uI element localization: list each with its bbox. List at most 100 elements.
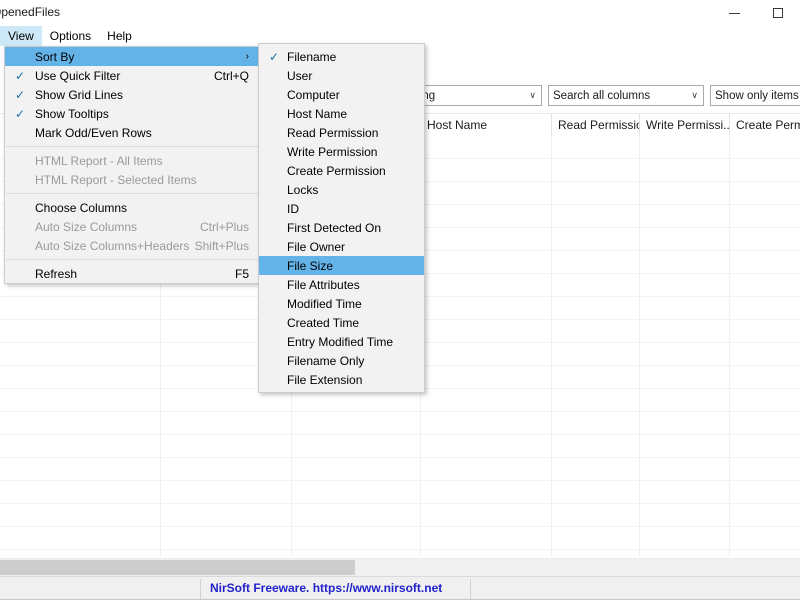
- nirsoft-link[interactable]: NirSoft Freeware. https://www.nirsoft.ne…: [210, 581, 442, 595]
- menu-item-label: Write Permission: [287, 144, 378, 159]
- horizontal-scrollbar[interactable]: [0, 558, 800, 576]
- sortby-item-filename-only[interactable]: Filename Only: [259, 351, 424, 370]
- check-icon: ✓: [14, 106, 26, 121]
- menu-item-label: Show Tooltips: [35, 106, 109, 121]
- sortby-item-user[interactable]: User: [259, 66, 424, 85]
- menu-item-label: Create Permission: [287, 163, 386, 178]
- sortby-item-id[interactable]: ID: [259, 199, 424, 218]
- application-window: rkOpenedFiles ViewOptionsHelp string ∨ S…: [0, 0, 800, 600]
- view-menu-item-show-grid-lines[interactable]: ✓ Show Grid Lines: [5, 85, 259, 104]
- sortby-item-filename[interactable]: ✓ Filename: [259, 47, 424, 66]
- grid-row-line: [0, 526, 800, 527]
- menu-item-shortcut: F5: [234, 266, 249, 281]
- menu-item-label: Locks: [287, 182, 319, 197]
- chevron-right-icon: ›: [245, 51, 249, 62]
- maximize-icon: [773, 8, 783, 18]
- sortby-item-entry-modified-time[interactable]: Entry Modified Time: [259, 332, 424, 351]
- view-menu-item-refresh[interactable]: Refresh F5: [5, 264, 259, 283]
- menu-item-shortcut: Shift+Plus: [194, 238, 249, 253]
- menu-item-label: Filename: [287, 49, 337, 64]
- grid-row-line: [0, 457, 800, 458]
- sortby-item-locks[interactable]: Locks: [259, 180, 424, 199]
- filter-scope-combo[interactable]: Search all columns ∨: [548, 85, 704, 106]
- view-menu-item-mark-odd-even-rows[interactable]: Mark Odd/Even Rows: [5, 123, 259, 142]
- column-header-label: Create Permiss..: [736, 118, 800, 132]
- menu-separator: [6, 259, 258, 260]
- menubar-item-options[interactable]: Options: [42, 26, 99, 46]
- scrollbar-thumb[interactable]: [0, 560, 355, 575]
- sortby-item-create-permission[interactable]: Create Permission: [259, 161, 424, 180]
- column-header-create-permiss[interactable]: Create Permiss..: [729, 114, 800, 136]
- view-menu-item-auto-size-columns: Auto Size Columns Ctrl+Plus: [5, 217, 259, 236]
- menubar-item-label: Options: [49, 29, 92, 43]
- view-menu-item-html-report-all-items: HTML Report - All Items: [5, 151, 259, 170]
- menu-item-label: Filename Only: [287, 353, 365, 368]
- sortby-item-file-attributes[interactable]: File Attributes: [259, 275, 424, 294]
- menu-item-label: Sort By: [35, 49, 75, 64]
- menu-item-label: Modified Time: [287, 296, 362, 311]
- menu-item-label: File Size: [287, 258, 334, 273]
- view-menu-item-choose-columns[interactable]: Choose Columns: [5, 198, 259, 217]
- menu-separator: [6, 193, 258, 194]
- grid-row-line: [0, 549, 800, 550]
- menu-item-label: Auto Size Columns+Headers: [35, 238, 190, 253]
- menu-item-label: Created Time: [287, 315, 360, 330]
- minimize-icon: [728, 12, 740, 14]
- sortby-item-computer[interactable]: Computer: [259, 85, 424, 104]
- menu-item-label: First Detected On: [287, 220, 382, 235]
- menu-item-label: Auto Size Columns: [35, 219, 138, 234]
- status-bar-separator: [200, 579, 201, 599]
- menu-item-shortcut: Ctrl+Q: [213, 68, 249, 83]
- sortby-item-host-name[interactable]: Host Name: [259, 104, 424, 123]
- menu-item-label: ID: [287, 201, 299, 216]
- sortby-item-write-permission[interactable]: Write Permission: [259, 142, 424, 161]
- check-icon: ✓: [268, 49, 280, 64]
- filter-mode-combo[interactable]: Show only items matc: [710, 85, 800, 106]
- menubar-item-help[interactable]: Help: [99, 26, 140, 46]
- column-header-write-permissi[interactable]: Write Permissi...: [639, 114, 729, 136]
- chevron-down-icon: ∨: [691, 90, 698, 100]
- menubar-item-label: View: [8, 29, 34, 43]
- view-menu-item-show-tooltips[interactable]: ✓ Show Tooltips: [5, 104, 259, 123]
- menu-item-label: Use Quick Filter: [35, 68, 121, 83]
- grid-column-line: [551, 135, 552, 557]
- menu-item-label: File Owner: [287, 239, 346, 254]
- sortby-item-first-detected-on[interactable]: First Detected On: [259, 218, 424, 237]
- minimize-button[interactable]: [712, 0, 756, 26]
- menu-item-label: Choose Columns: [35, 200, 128, 215]
- menu-item-label: Read Permission: [287, 125, 379, 140]
- sortby-item-created-time[interactable]: Created Time: [259, 313, 424, 332]
- grid-row-line: [0, 480, 800, 481]
- maximize-button[interactable]: [756, 0, 800, 26]
- menu-item-label: File Extension: [287, 372, 363, 387]
- menubar-item-label: Help: [107, 29, 132, 43]
- status-bar-separator: [470, 579, 471, 599]
- menubar-item-view[interactable]: View: [0, 26, 42, 46]
- menu-item-label: Mark Odd/Even Rows: [35, 125, 152, 140]
- grid-row-line: [0, 411, 800, 412]
- sortby-item-file-extension[interactable]: File Extension: [259, 370, 424, 389]
- check-icon: ✓: [14, 68, 26, 83]
- view-menu-item-use-quick-filter[interactable]: ✓ Use Quick Filter Ctrl+Q: [5, 66, 259, 85]
- menu-item-label: Refresh: [35, 266, 78, 281]
- menu-item-label: Show Grid Lines: [35, 87, 124, 102]
- grid-row-line: [0, 503, 800, 504]
- column-header-read-permission[interactable]: Read Permission: [551, 114, 639, 136]
- grid-column-line: [729, 135, 730, 557]
- filter-mode-value: Show only items matc: [715, 89, 800, 102]
- menu-separator: [6, 146, 258, 147]
- check-icon: ✓: [14, 87, 26, 102]
- sortby-item-read-permission[interactable]: Read Permission: [259, 123, 424, 142]
- title-bar: rkOpenedFiles: [0, 0, 800, 27]
- column-header-label: Write Permissi...: [646, 118, 729, 132]
- sortby-item-file-size[interactable]: File Size: [259, 256, 424, 275]
- sortby-item-file-owner[interactable]: File Owner: [259, 237, 424, 256]
- view-menu-item-sort-by[interactable]: Sort By ›: [5, 47, 259, 66]
- status-bar: NirSoft Freeware. https://www.nirsoft.ne…: [0, 576, 800, 600]
- view-menu-item-auto-size-columns-headers: Auto Size Columns+Headers Shift+Plus: [5, 236, 259, 255]
- sortby-item-modified-time[interactable]: Modified Time: [259, 294, 424, 313]
- menu-item-label: HTML Report - Selected Items: [35, 172, 197, 187]
- column-header-host-name[interactable]: Host Name: [420, 114, 551, 136]
- column-header-label: Host Name: [427, 118, 488, 132]
- menu-item-label: File Attributes: [287, 277, 360, 292]
